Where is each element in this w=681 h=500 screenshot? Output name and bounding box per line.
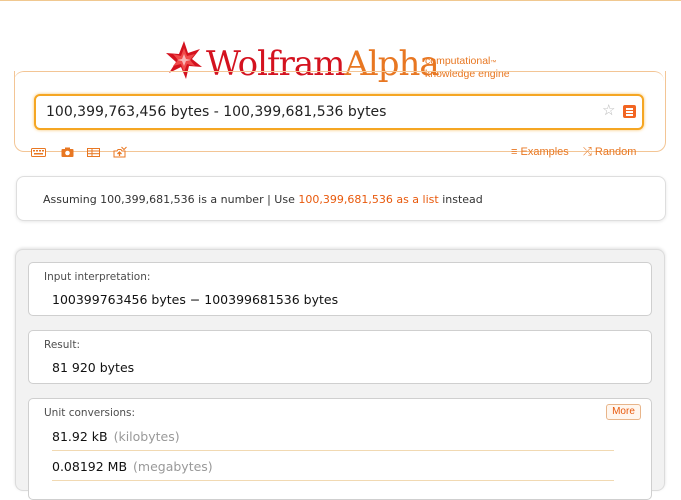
conversion-value: 81.92 kB	[52, 429, 108, 444]
assumption-line: Assuming 100,399,681,536 is a number | U…	[43, 193, 483, 206]
top-border-line	[0, 0, 681, 1]
assumption-suffix: instead	[438, 193, 483, 206]
conversion-unit-name: (megabytes)	[133, 459, 213, 474]
assumption-prefix: Assuming 100,399,681,536 is a number	[43, 193, 264, 206]
pod-unit-conversions: Unit conversions: More 81.92 kB (kilobyte…	[28, 398, 652, 500]
more-button[interactable]: More	[606, 404, 641, 420]
assumption-box: Assuming 100,399,681,536 is a number | U…	[16, 176, 666, 221]
tagline-line-1: computational	[425, 55, 491, 67]
assumption-alternative-link[interactable]: 100,399,681,536 as a list	[298, 193, 438, 206]
go-button[interactable]	[623, 105, 636, 118]
assumption-separator: | Use	[263, 193, 299, 206]
table-icon[interactable]	[87, 146, 100, 158]
upload-icon[interactable]	[112, 146, 127, 158]
pod-result: Result: 81 920 bytes	[28, 330, 652, 384]
examples-icon: ≡	[511, 146, 518, 158]
random-label: Random	[594, 146, 637, 158]
conversion-divider	[52, 450, 614, 451]
random-icon: ⤮	[583, 146, 592, 158]
conversion-unit-name: (kilobytes)	[113, 429, 180, 444]
random-link[interactable]: ⤮ Random	[583, 146, 636, 159]
pod-content: 81 920 bytes	[52, 360, 135, 375]
pod-title: Unit conversions:	[44, 407, 136, 419]
camera-icon[interactable]	[61, 146, 74, 158]
search-box[interactable]: ☆	[34, 94, 644, 130]
pod-title: Input interpretation:	[44, 271, 151, 283]
examples-link[interactable]: ≡ Examples	[511, 146, 569, 158]
conversion-row: 81.92 kB (kilobytes)	[52, 429, 180, 444]
search-input[interactable]	[46, 96, 586, 128]
pod-title: Result:	[44, 339, 80, 351]
tagline-tm: ™	[490, 60, 497, 66]
conversion-value: 0.08192 MB	[52, 459, 128, 474]
keyboard-icon[interactable]	[31, 146, 46, 158]
pod-content: 100399763456 bytes − 100399681536 bytes	[52, 292, 339, 307]
conversion-row: 0.08192 MB (megabytes)	[52, 459, 213, 474]
star-icon[interactable]: ☆	[602, 103, 615, 119]
conversion-divider	[52, 480, 614, 481]
pod-input-interpretation: Input interpretation: 100399763456 bytes…	[28, 262, 652, 316]
examples-label: Examples	[520, 146, 569, 158]
